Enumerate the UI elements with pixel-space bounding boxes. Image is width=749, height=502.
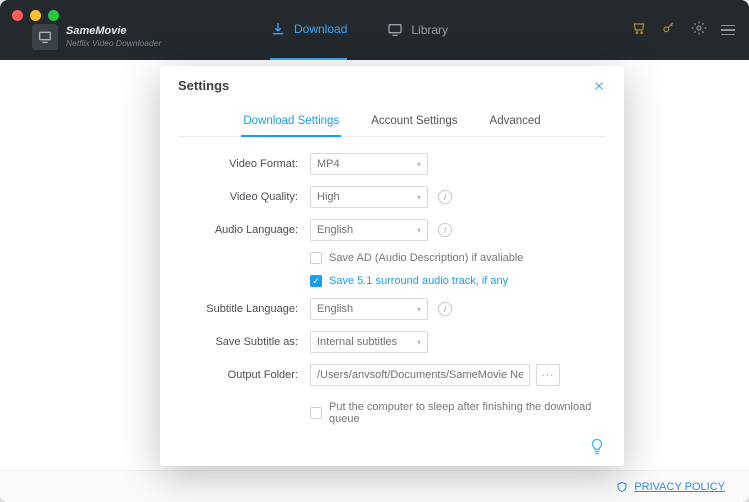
modal-title: Settings [178, 78, 229, 93]
checkbox-sleep-label: Put the computer to sleep after finishin… [329, 401, 606, 425]
label-subtitle-language: Subtitle Language: [178, 303, 310, 315]
key-icon[interactable] [661, 20, 677, 41]
checkbox-icon [310, 407, 322, 419]
value-video-quality: High [317, 191, 340, 203]
checkbox-checked-icon [310, 275, 322, 287]
chevron-down-icon: ▾ [417, 338, 421, 347]
tab-account-settings[interactable]: Account Settings [369, 107, 459, 136]
info-icon[interactable]: i [438, 302, 452, 316]
select-video-format[interactable]: MP4 ▾ [310, 153, 428, 175]
privacy-policy-link[interactable]: PRIVACY POLICY [634, 481, 725, 493]
chevron-down-icon: ▾ [417, 305, 421, 314]
brand: SameMovie Netflix Video Downloader [32, 24, 161, 50]
settings-form: Video Format: MP4▾ Video Quality: High▾ … [178, 153, 606, 425]
value-audio-language: English [317, 224, 353, 236]
label-video-format: Video Format: [178, 158, 310, 170]
label-audio-language: Audio Language: [178, 224, 310, 236]
tab-advanced[interactable]: Advanced [488, 107, 543, 136]
content-area: Settings Download Settings Account Setti… [0, 60, 749, 470]
info-icon[interactable]: i [438, 190, 452, 204]
select-subtitle-language[interactable]: English ▾ [310, 298, 428, 320]
value-save-subtitle-as: Internal subtitles [317, 336, 397, 348]
brand-subtitle: Netflix Video Downloader [66, 39, 161, 48]
select-video-quality[interactable]: High ▾ [310, 186, 428, 208]
nav-download-label: Download [294, 22, 347, 36]
main-nav: Download Library [270, 0, 448, 60]
info-icon[interactable]: i [438, 223, 452, 237]
label-output-folder: Output Folder: [178, 369, 310, 381]
minimize-window-button[interactable] [30, 10, 41, 21]
app-window: SameMovie Netflix Video Downloader Downl… [0, 0, 749, 502]
select-save-subtitle-as[interactable]: Internal subtitles ▾ [310, 331, 428, 353]
cart-icon[interactable] [631, 20, 647, 41]
checkbox-save-51[interactable]: Save 5.1 surround audio track, if any [310, 275, 606, 287]
tab-download-settings[interactable]: Download Settings [241, 107, 341, 137]
shield-icon [616, 481, 628, 493]
checkbox-save-ad-label: Save AD (Audio Description) if avaliable [329, 252, 523, 264]
input-output-folder[interactable]: /Users/anvsoft/Documents/SameMovie Netfl… [310, 364, 530, 386]
toolbar-right [631, 0, 735, 60]
footer: PRIVACY POLICY [0, 470, 749, 502]
checkbox-icon [310, 252, 322, 264]
lightbulb-icon[interactable] [588, 438, 606, 456]
window-controls [12, 10, 59, 21]
settings-icon[interactable] [691, 20, 707, 41]
maximize-window-button[interactable] [48, 10, 59, 21]
select-audio-language[interactable]: English ▾ [310, 219, 428, 241]
checkbox-sleep[interactable]: Put the computer to sleep after finishin… [310, 401, 606, 425]
brand-title: SameMovie [66, 26, 161, 37]
chevron-down-icon: ▾ [417, 193, 421, 202]
nav-library[interactable]: Library [387, 0, 448, 60]
checkbox-save-51-label: Save 5.1 surround audio track, if any [329, 275, 508, 287]
download-icon [270, 21, 286, 37]
menu-icon[interactable] [721, 25, 735, 36]
nav-library-label: Library [411, 23, 448, 37]
value-output-folder: /Users/anvsoft/Documents/SameMovie Netfl… [317, 369, 523, 381]
settings-tabs: Download Settings Account Settings Advan… [178, 107, 606, 137]
close-window-button[interactable] [12, 10, 23, 21]
chevron-down-icon: ▾ [417, 160, 421, 169]
library-icon [387, 22, 403, 38]
value-subtitle-language: English [317, 303, 353, 315]
label-video-quality: Video Quality: [178, 191, 310, 203]
nav-download[interactable]: Download [270, 0, 347, 60]
label-save-subtitle-as: Save Subtitle as: [178, 336, 310, 348]
chevron-down-icon: ▾ [417, 226, 421, 235]
titlebar: SameMovie Netflix Video Downloader Downl… [0, 0, 749, 60]
settings-modal: Settings Download Settings Account Setti… [160, 66, 624, 466]
close-icon[interactable] [592, 79, 606, 93]
checkbox-save-ad[interactable]: Save AD (Audio Description) if avaliable [310, 252, 606, 264]
browse-button[interactable]: ··· [536, 364, 560, 386]
value-video-format: MP4 [317, 158, 340, 170]
app-logo-icon [32, 24, 58, 50]
